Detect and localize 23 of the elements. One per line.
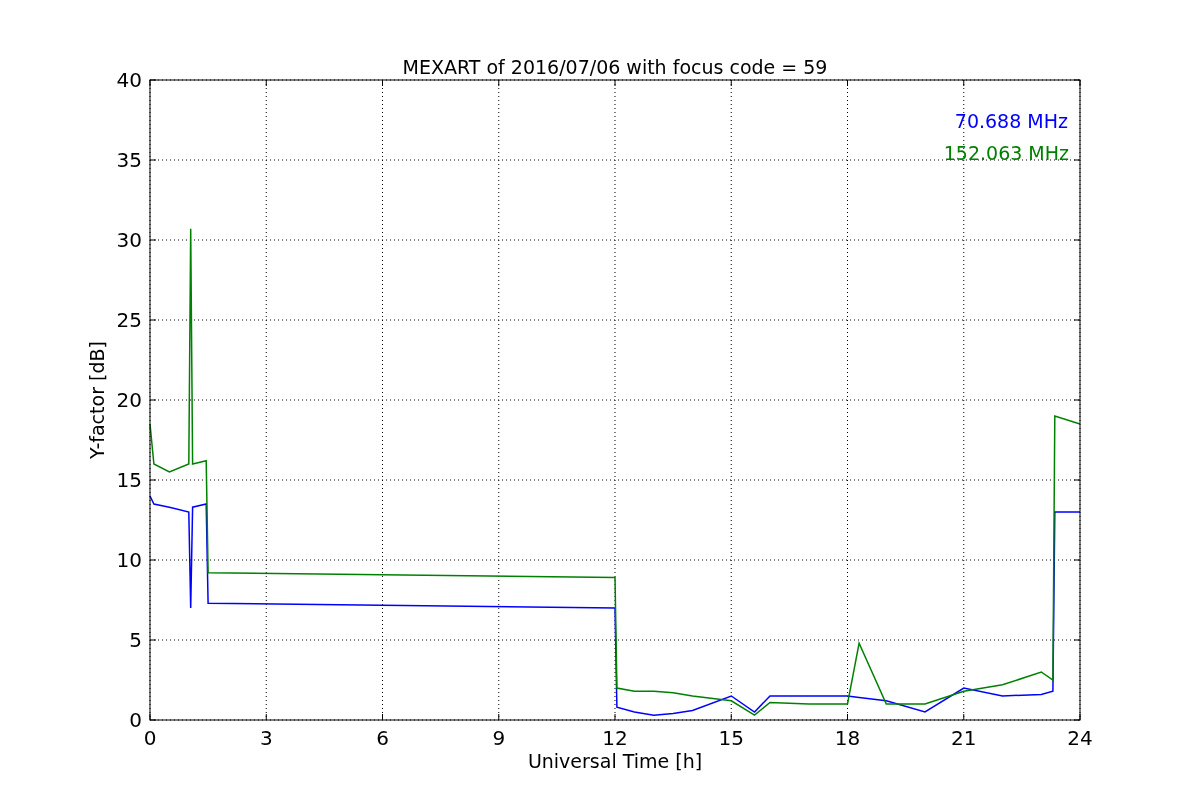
tick-label: 9	[492, 726, 506, 750]
tick-label: 21	[951, 726, 977, 750]
tick-label: 10	[116, 548, 142, 572]
tick-label: 24	[1067, 726, 1093, 750]
tick-label: 12	[602, 726, 628, 750]
tick-label: 18	[834, 726, 861, 750]
tick-label: 0	[143, 726, 157, 750]
tick-label: 6	[376, 726, 389, 750]
x-axis-label: Universal Time [h]	[527, 750, 703, 772]
tick-label: 15	[718, 726, 744, 750]
chart-title: MEXART of 2016/07/06 with focus code = 59	[402, 56, 828, 78]
tick-label: 30	[116, 228, 142, 252]
tick-label: 5	[129, 628, 142, 652]
legend-label: 70.688 MHz	[954, 110, 1068, 132]
tick-label: 20	[116, 388, 142, 412]
y-axis-label: Y-factor [dB]	[86, 341, 108, 459]
tick-label: 15	[116, 468, 142, 492]
tick-label: 35	[116, 148, 142, 172]
tick-label: 3	[259, 726, 273, 750]
tick-label: 40	[116, 68, 142, 92]
legend-label: 152.063 MHz	[943, 142, 1069, 164]
tick-label: 25	[116, 308, 142, 332]
tick-label: 0	[129, 708, 142, 732]
